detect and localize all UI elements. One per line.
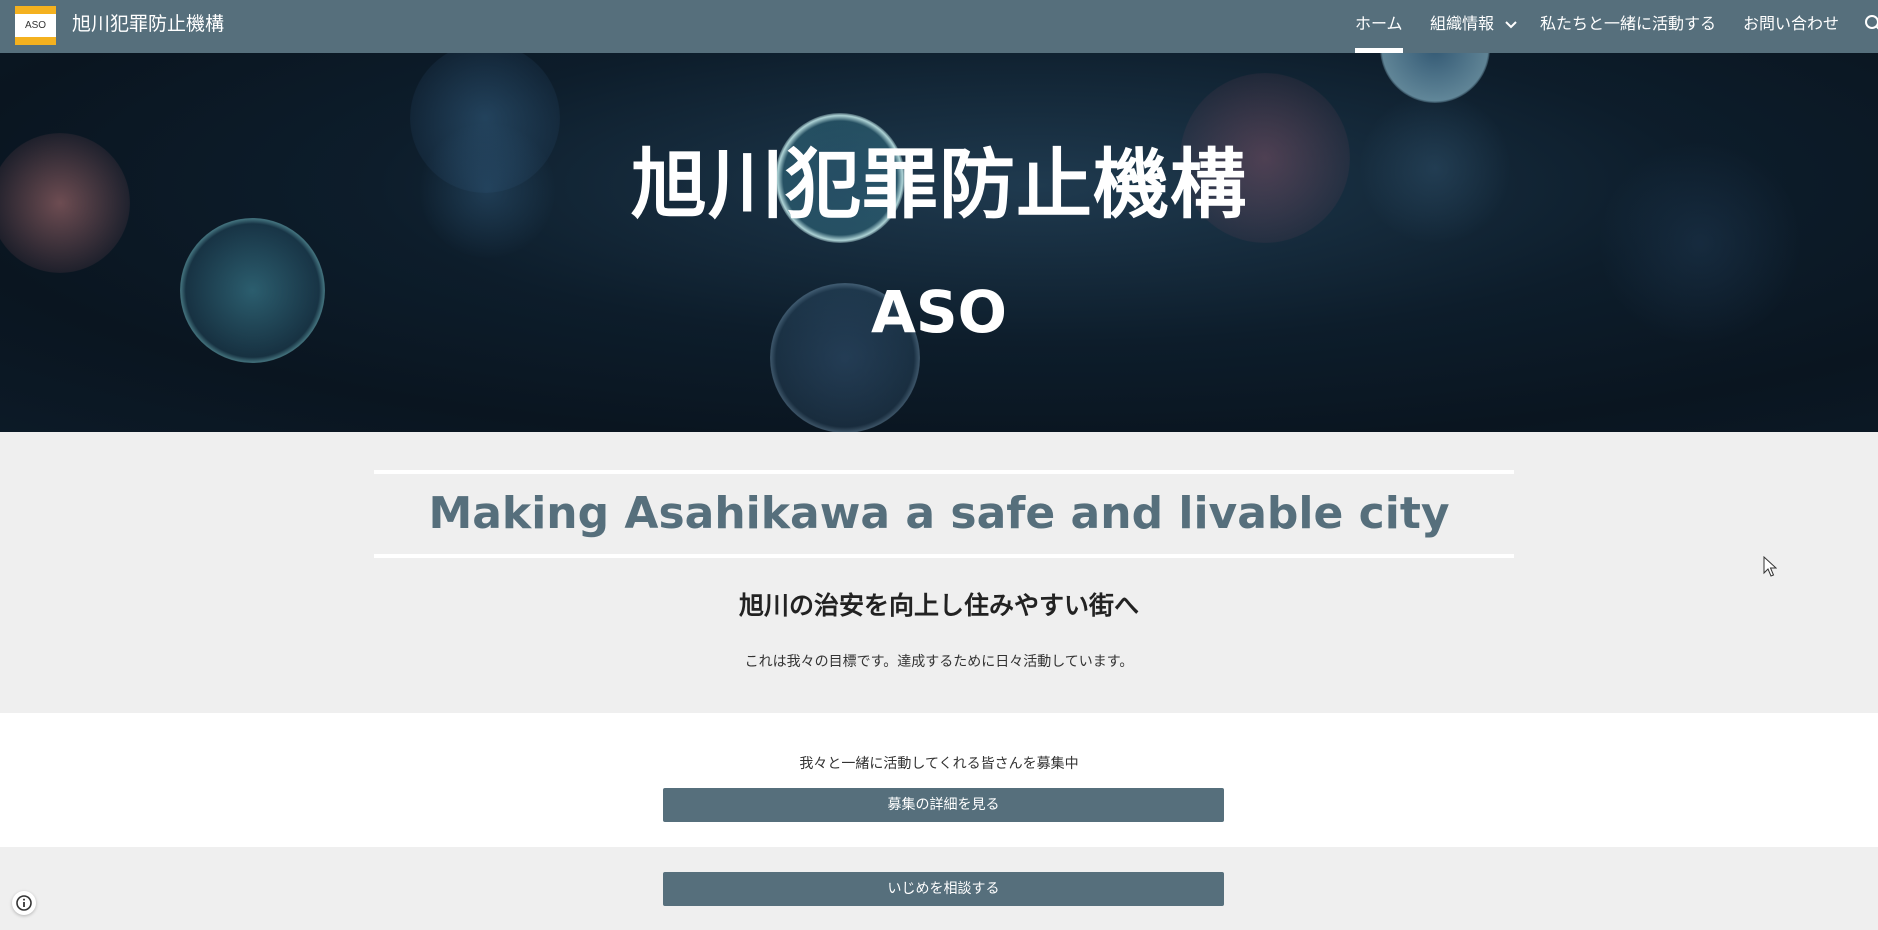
logo-text: ASO [15, 14, 56, 37]
divider [374, 554, 1514, 558]
hero-banner: 旭川犯罪防止機構 ASO [0, 53, 1878, 432]
nav-item-organization-label: 組織情報 [1430, 14, 1495, 33]
consult-section: いじめを相談する [0, 847, 1878, 930]
nav-item-organization[interactable]: 組織情報 [1430, 0, 1517, 53]
nav-item-join-us-label: 私たちと一緒に活動する [1540, 14, 1717, 33]
site-title[interactable]: 旭川犯罪防止機構 [72, 0, 224, 53]
nav-item-contact[interactable]: お問い合わせ [1743, 0, 1839, 53]
nav-item-home-label: ホーム [1355, 14, 1403, 33]
mouse-cursor-icon [1763, 556, 1777, 577]
site-logo[interactable]: ASO [15, 6, 56, 45]
recruit-details-button[interactable]: 募集の詳細を見る [663, 788, 1224, 822]
intro-section: Making Asahikawa a safe and livable city… [0, 432, 1878, 713]
nav-item-home[interactable]: ホーム [1355, 0, 1403, 53]
recruit-text: 我々と一緒に活動してくれる皆さんを募集中 [799, 756, 1079, 772]
search-icon[interactable] [1864, 14, 1878, 34]
nav-item-join-us[interactable]: 私たちと一緒に活動する [1540, 0, 1716, 53]
top-nav-bar: ASO 旭川犯罪防止機構 ホーム 組織情報 私たちと一緒に活動する お問い合わせ [0, 0, 1878, 53]
info-glyph-icon [16, 895, 32, 911]
bokeh-light [1380, 53, 1490, 103]
section-heading: 旭川の治安を向上し住みやすい街へ [738, 591, 1139, 620]
hero-subtitle: ASO [871, 278, 1007, 346]
bullying-consult-button[interactable]: いじめを相談する [663, 872, 1224, 906]
hero-title: 旭川犯罪防止機構 [631, 140, 1247, 229]
tagline: Making Asahikawa a safe and livable city [428, 488, 1450, 539]
recruit-section: 我々と一緒に活動してくれる皆さんを募集中 募集の詳細を見る [0, 713, 1878, 847]
section-body-text: これは我々の目標です。達成するために日々活動しています。 [744, 654, 1134, 670]
info-icon[interactable] [12, 891, 36, 915]
chevron-down-icon [1505, 20, 1517, 28]
nav-item-contact-label: お問い合わせ [1743, 14, 1840, 33]
divider [374, 470, 1514, 474]
